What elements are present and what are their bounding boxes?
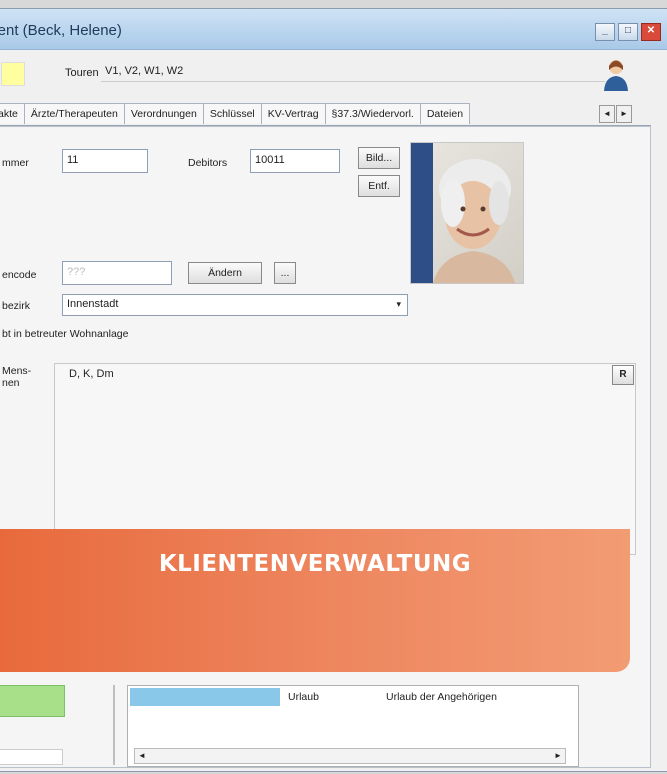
status-green-cell bbox=[0, 685, 65, 717]
window-title: lient (Beck, Helene) bbox=[0, 22, 122, 39]
urlaub-note: Urlaub der Angehörigen bbox=[386, 691, 497, 703]
client-photo bbox=[410, 142, 524, 284]
banner-title: KLIENTENVERWALTUNG bbox=[158, 551, 472, 577]
maximize-button[interactable]: □ bbox=[618, 23, 638, 41]
divider bbox=[113, 685, 115, 765]
minimize-button[interactable]: _ bbox=[595, 23, 615, 41]
debitors-field[interactable]: 10011 bbox=[250, 149, 340, 173]
urlaub-label: Urlaub bbox=[288, 691, 319, 703]
status-color-box bbox=[1, 62, 25, 86]
scroll-right-icon[interactable]: ► bbox=[551, 749, 565, 763]
bottom-left-field[interactable] bbox=[0, 749, 63, 765]
chevron-down-icon[interactable]: ▾ bbox=[396, 295, 401, 313]
tab-scroll-left-button[interactable]: ◄ bbox=[599, 105, 615, 123]
info-notes-text: D, K, Dm bbox=[69, 368, 114, 380]
touren-label: Touren bbox=[65, 67, 99, 79]
info-label: Mens- nen bbox=[2, 365, 32, 389]
bezirk-value: Innenstadt bbox=[67, 298, 119, 310]
horizontal-scrollbar[interactable]: ◄ ► bbox=[134, 748, 566, 764]
tab-dateien[interactable]: Dateien bbox=[419, 103, 471, 124]
absence-grid: Urlaub Urlaub der Angehörigen ◄ ► bbox=[127, 685, 579, 767]
tab-kv-vertrag[interactable]: KV-Vertrag bbox=[260, 103, 326, 124]
selected-grid-cell[interactable] bbox=[130, 688, 280, 706]
zugangscode-field[interactable]: ??? bbox=[62, 261, 172, 285]
tab-schluessel[interactable]: Schlüssel bbox=[202, 103, 262, 124]
scroll-left-icon[interactable]: ◄ bbox=[135, 749, 149, 763]
tab-scroll-right-button[interactable]: ► bbox=[616, 105, 632, 123]
info-notes-area[interactable]: D, K, Dm bbox=[54, 363, 636, 555]
touren-value: V1, V2, W1, W2 bbox=[101, 61, 605, 82]
tab-aerzte-therapeuten[interactable]: Ärzte/Therapeuten bbox=[23, 103, 125, 124]
nummer-field[interactable]: 11 bbox=[62, 149, 148, 173]
zugangscode-label: encode bbox=[2, 269, 37, 281]
title-bar[interactable]: lient (Beck, Helene) _ □ ✕ bbox=[0, 9, 667, 50]
debitors-label: Debitors bbox=[188, 157, 228, 169]
tab-verordnungen[interactable]: Verordnungen bbox=[123, 103, 204, 124]
dots-button[interactable]: ... bbox=[274, 262, 296, 284]
r-button[interactable]: R bbox=[612, 365, 634, 385]
tab-37-3-wiedervorl[interactable]: §37.3/Wiedervorl. bbox=[324, 103, 421, 124]
window-controls: _ □ ✕ bbox=[595, 23, 661, 41]
andern-button[interactable]: Ändern bbox=[188, 262, 262, 284]
tab-strip: akte Ärzte/Therapeuten Verordnungen Schl… bbox=[0, 103, 651, 126]
bezirk-select[interactable]: Innenstadt ▾ bbox=[62, 294, 408, 316]
wohnanlage-checkbox-label[interactable]: bt in betreuter Wohnanlage bbox=[2, 328, 128, 340]
tab-akte[interactable]: akte bbox=[0, 103, 25, 124]
user-avatar-icon bbox=[604, 60, 628, 91]
bild-button[interactable]: Bild... bbox=[358, 147, 400, 169]
client-photo-image bbox=[411, 143, 515, 283]
tab-scroll-controls: ◄ ► bbox=[599, 105, 632, 123]
promo-banner: KLIENTENVERWALTUNG bbox=[0, 529, 630, 672]
entf-button[interactable]: Entf. bbox=[358, 175, 400, 197]
close-button[interactable]: ✕ bbox=[641, 23, 661, 41]
nummer-label: mmer bbox=[2, 157, 29, 169]
bezirk-label: bezirk bbox=[2, 300, 31, 312]
